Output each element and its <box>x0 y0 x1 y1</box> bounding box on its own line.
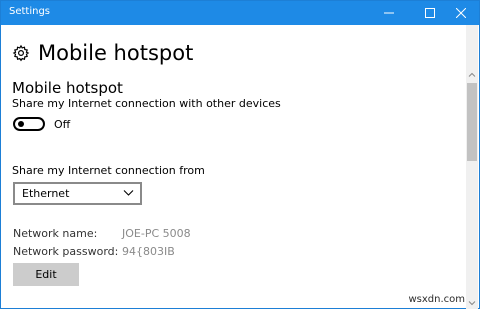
edit-button[interactable]: Edit <box>13 263 79 286</box>
scroll-down-arrow-icon[interactable] <box>466 297 478 309</box>
gear-icon <box>12 44 30 62</box>
hotspot-toggle[interactable] <box>13 117 45 131</box>
minimize-button[interactable] <box>371 1 407 25</box>
network-name-label: Network name: <box>13 227 98 240</box>
chevron-down-icon <box>123 190 134 196</box>
toggle-knob <box>18 121 24 127</box>
page-heading: Mobile hotspot <box>12 37 193 69</box>
dropdown-selected-value: Ethernet <box>22 187 70 200</box>
close-button[interactable] <box>443 1 479 25</box>
connection-dropdown[interactable]: Ethernet <box>13 182 142 205</box>
settings-window: Settings Mobile hotspot Mobile hotspot S… <box>0 0 480 309</box>
share-description: Share my Internet connection with other … <box>12 97 281 110</box>
hotspot-section-title: Mobile hotspot <box>12 79 123 97</box>
window-title: Settings <box>9 6 51 17</box>
maximize-icon <box>425 8 435 18</box>
scrollbar[interactable] <box>466 25 478 309</box>
share-from-label: Share my Internet connection from <box>12 164 205 177</box>
title-bar[interactable]: Settings <box>1 1 479 25</box>
toggle-state-label: Off <box>54 118 71 131</box>
network-password-value: 94{803IB <box>122 245 175 258</box>
page-title: Mobile hotspot <box>38 41 194 65</box>
network-password-label: Network password: <box>13 245 119 258</box>
network-name-value: JOE-PC 5008 <box>122 227 191 240</box>
watermark-text: wsxdn.com <box>408 294 465 305</box>
scrollbar-thumb[interactable] <box>467 83 477 161</box>
close-icon <box>456 8 466 18</box>
scroll-up-arrow-icon[interactable] <box>466 69 478 81</box>
minimize-icon <box>384 12 394 14</box>
